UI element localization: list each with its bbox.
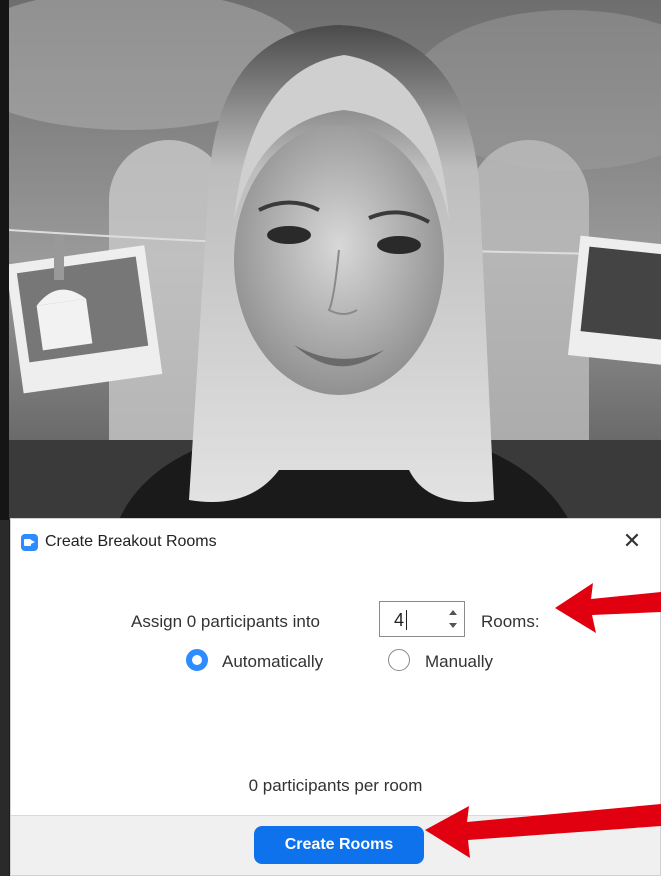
arrow-create-annotation — [425, 804, 661, 858]
create-rooms-button[interactable]: Create Rooms — [254, 826, 424, 864]
chevron-up-icon[interactable] — [449, 610, 457, 615]
participant-video — [0, 0, 661, 520]
dialog-titlebar: Create Breakout Rooms ✕ — [11, 519, 660, 563]
rooms-label: Rooms: — [481, 612, 540, 631]
manually-radio[interactable] — [388, 649, 410, 671]
close-icon[interactable]: ✕ — [620, 529, 644, 553]
manually-label[interactable]: Manually — [425, 652, 493, 672]
zoom-camera-icon — [21, 534, 38, 551]
dialog-title: Create Breakout Rooms — [45, 533, 217, 550]
automatically-label[interactable]: Automatically — [222, 652, 323, 672]
rooms-count-value[interactable]: 4 — [394, 610, 404, 631]
chevron-down-icon[interactable] — [449, 623, 457, 628]
automatically-radio[interactable] — [186, 649, 208, 671]
window-edge — [0, 520, 9, 876]
rooms-count-stepper[interactable]: 4 — [379, 601, 465, 637]
arrow-rooms-annotation — [555, 583, 661, 633]
assign-label: Assign 0 participants into — [131, 612, 320, 631]
stepper-buttons — [448, 606, 458, 632]
participants-per-room: 0 participants per room — [248, 776, 423, 795]
text-caret — [406, 610, 407, 630]
participant-photo — [9, 0, 661, 520]
assignment-mode: Automatically Manually — [11, 643, 660, 677]
